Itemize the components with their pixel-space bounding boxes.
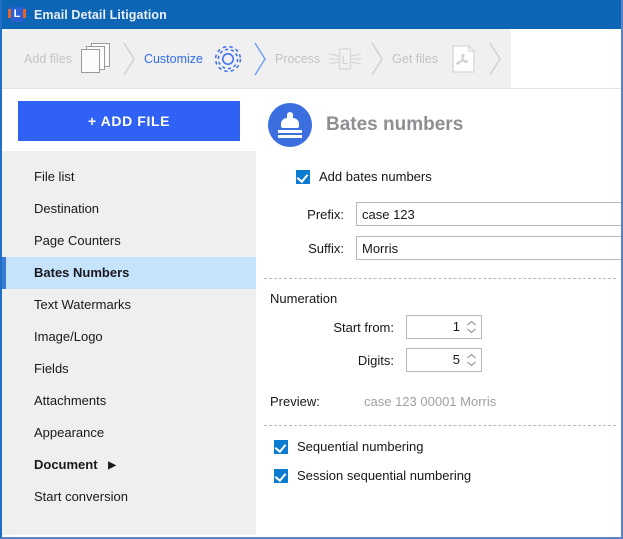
preview-label: Preview: [270,394,320,409]
preview-value: case 123 00001 Morris [364,394,497,409]
start-from-row: Start from: 1 [256,315,621,339]
sidebar-item-start-conversion[interactable]: Start conversion [2,481,256,513]
sidebar-item-file-list[interactable]: File list [2,161,256,193]
titlebar: L Email Detail Litigation [2,0,621,29]
sequential-numbering-row: Sequential numbering [274,439,621,454]
wizard-chevron-icon-4 [487,40,503,78]
wizard-step-add-files-label: Add files [24,51,72,66]
wizard-steps: Add files Customize Process L Get files [2,29,621,89]
sidebar-item-destination[interactable]: Destination [2,193,256,225]
prefix-row: Prefix: [264,202,621,226]
prefix-label: Prefix: [307,206,344,222]
digits-label: Digits: [357,352,394,368]
sidebar-item-page-counters[interactable]: Page Counters [2,225,256,257]
bates-numbers-form: Add bates numbers Prefix: Suffix: Numera… [256,147,621,483]
spinner-up-icon [467,353,476,359]
wizard-step-add-files[interactable]: Add files [24,42,114,76]
sidebar-item-bates-numbers[interactable]: Bates Numbers [2,257,256,289]
sidebar-item-fields[interactable]: Fields [2,353,256,385]
sidebar-item-start-conversion-label: Start conversion [34,489,128,504]
start-from-label: Start from: [333,319,394,335]
sidebar-item-text-watermarks-label: Text Watermarks [34,297,132,312]
add-bates-numbers-label: Add bates numbers [319,169,432,184]
spinner-up-icon [467,320,476,326]
wizard-step-customize[interactable]: Customize [144,42,245,76]
sidebar-item-document-label: Document [34,457,98,472]
digits-value: 5 [452,352,460,367]
numbering-options: Sequential numbering Session sequential … [256,439,621,483]
wizard-step-get-files-label: Get files [392,51,439,66]
wizard-chevron-icon-2 [252,40,268,78]
svg-text:L: L [342,53,349,67]
suffix-row: Suffix: [264,236,621,260]
wizard-step-customize-label: Customize [143,51,203,66]
session-sequential-numbering-label: Session sequential numbering [297,468,472,483]
add-bates-numbers-checkbox[interactable] [296,169,310,184]
gear-icon [211,42,245,76]
digits-spinner-buttons[interactable] [464,349,481,371]
spinner-down-icon [467,328,476,334]
wizard-chevron-icon-1 [121,40,137,78]
prefix-suffix-fields: Prefix: Suffix: [256,202,621,260]
app-icon-letter: L [13,7,21,20]
sidebar-item-page-counters-label: Page Counters [34,233,121,248]
sidebar-item-image-logo-label: Image/Logo [34,329,103,344]
stamp-icon [268,103,312,147]
winged-l-icon: L [328,42,362,76]
sidebar-item-attachments-label: Attachments [34,393,107,408]
sidebar: + ADD FILE File list Destination Page Co… [2,89,256,535]
wizard-step-process-label: Process [275,51,321,66]
sidebar-item-appearance-label: Appearance [34,425,105,440]
preview-row: Preview: case 123 00001 Morris [256,394,621,409]
spinner-down-icon [467,361,476,367]
numeration-section-label: Numeration [270,291,338,306]
litigation-app-icon: L [8,6,26,24]
sidebar-item-file-list-label: File list [34,169,75,184]
window-title: Email Detail Litigation [34,7,167,22]
main-panel: Bates numbers Add bates numbers Prefix: [256,89,621,535]
sidebar-item-destination-label: Destination [34,201,100,216]
content-area: + ADD FILE File list Destination Page Co… [2,89,621,535]
separator-above-options [264,425,616,426]
wizard-step-process[interactable]: Process L [275,42,362,76]
suffix-label: Suffix: [308,240,344,256]
wizard-chevron-icon-3 [369,40,385,78]
page-title: Bates numbers [326,114,464,135]
sidebar-nav: File list Destination Page Counters Bate… [2,151,256,513]
digits-stepper[interactable]: 5 [406,348,482,372]
session-sequential-numbering-checkbox[interactable] [274,468,288,483]
wizard-step-get-files[interactable]: Get files [392,42,480,76]
sidebar-item-document[interactable]: Document ▶ [2,449,256,481]
start-from-value: 1 [452,319,460,334]
sidebar-item-fields-label: Fields [34,361,69,376]
sidebar-item-text-watermarks[interactable]: Text Watermarks [2,289,256,321]
wizard-tail-filler [511,29,621,88]
add-file-button[interactable]: + ADD FILE [18,101,240,141]
sidebar-item-attachments[interactable]: Attachments [2,385,256,417]
prefix-input[interactable] [356,202,621,226]
start-from-spinner-buttons[interactable] [464,316,481,338]
panel-header: Bates numbers [256,89,621,147]
sidebar-item-image-logo[interactable]: Image/Logo [2,321,256,353]
pdf-file-icon [446,42,480,76]
sidebar-item-bates-numbers-label: Bates Numbers [34,265,130,280]
sequential-numbering-checkbox[interactable] [274,439,288,454]
add-bates-numbers-row: Add bates numbers [256,147,621,184]
session-sequential-numbering-row: Session sequential numbering [274,468,621,483]
sidebar-item-appearance[interactable]: Appearance [2,417,256,449]
digits-row: Digits: 5 [256,348,621,372]
chevron-right-icon: ▶ [108,460,116,471]
app-window: L Email Detail Litigation Add files Cust… [0,0,623,539]
start-from-stepper[interactable]: 1 [406,315,482,339]
suffix-input[interactable] [356,236,621,260]
sequential-numbering-label: Sequential numbering [297,439,424,454]
add-file-button-container: + ADD FILE [2,89,256,151]
stacked-pages-icon [80,42,114,76]
